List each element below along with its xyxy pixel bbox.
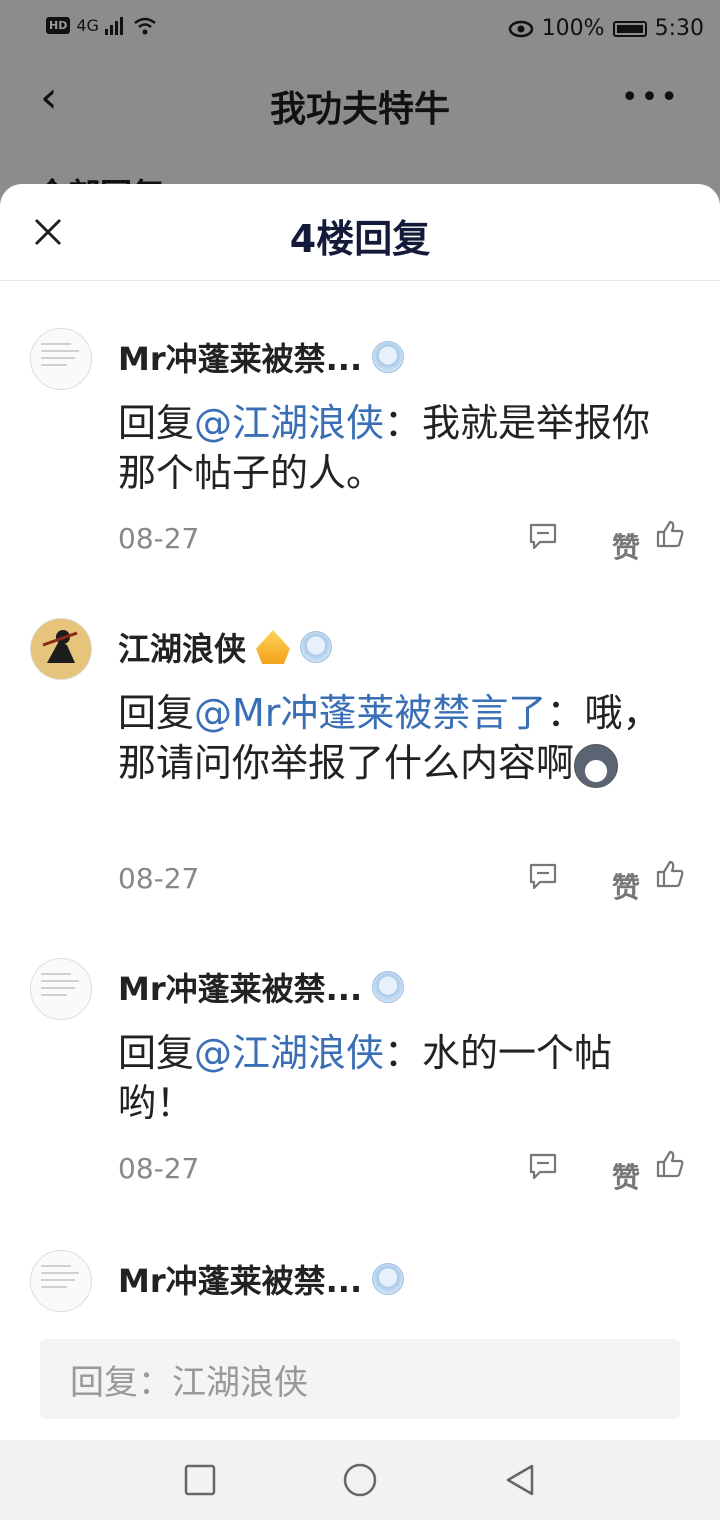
reply-prefix: 回复 [118, 401, 195, 445]
reply-input-bar: 回复：江湖浪侠 [0, 1334, 720, 1440]
avatar[interactable] [30, 618, 92, 680]
network-label: 4G [76, 16, 99, 35]
reply-text: 回复@Mr冲蓬莱被禁言了：哦，那请问你举报了什么内容啊 [118, 688, 678, 788]
mention-link[interactable]: @Mr冲蓬莱被禁言了 [194, 691, 546, 735]
comment-icon[interactable] [528, 522, 558, 550]
ice-level-badge-icon [372, 1263, 405, 1295]
ice-level-badge-icon [372, 971, 405, 1003]
background-page-title: 我功夫特牛 [269, 89, 450, 130]
ice-level-badge-icon [300, 631, 333, 663]
reply-sheet: 4楼回复 Mr冲蓬莱被禁... 回复@江湖浪侠：我就是举报你那个帖子的人。 08… [0, 184, 720, 1440]
thumbs-up-icon[interactable] [654, 858, 686, 890]
sheet-header: 4楼回复 [0, 184, 720, 281]
reply-prefix: 回复 [118, 691, 195, 735]
system-nav-bar [0, 1440, 720, 1520]
comment-icon[interactable] [528, 862, 558, 890]
ice-level-badge-icon [372, 341, 405, 373]
comment-icon[interactable] [528, 1152, 558, 1180]
husky-emoji-icon [574, 743, 619, 788]
avatar[interactable] [30, 1250, 92, 1312]
clock: 5:30 [654, 16, 704, 41]
recent-apps-icon[interactable] [182, 1462, 218, 1498]
reply-meta: 08-27 赞 [118, 1150, 688, 1194]
battery-percent: 100% [541, 16, 605, 41]
reply-date: 08-27 [118, 1152, 200, 1185]
username[interactable]: Mr冲蓬莱被禁... [118, 964, 362, 1010]
like-label[interactable]: 赞 [612, 866, 640, 906]
reply-input[interactable]: 回复：江湖浪侠 [40, 1339, 680, 1419]
back-triangle-icon[interactable] [502, 1462, 538, 1498]
reply-text: 回复@江湖浪侠：水的一个帖哟！ [118, 1028, 678, 1128]
avatar[interactable] [30, 958, 92, 1020]
username[interactable]: Mr冲蓬莱被禁... [118, 1256, 362, 1302]
username[interactable]: Mr冲蓬莱被禁... [118, 334, 362, 380]
mention-link[interactable]: @江湖浪侠 [194, 401, 384, 445]
status-bar: HD 4G 100% 5:30 [0, 0, 720, 58]
avatar[interactable] [30, 328, 92, 390]
thumbs-up-icon[interactable] [654, 518, 686, 550]
sheet-title: 4楼回复 [289, 217, 431, 261]
background-nav-bar: ‹ 我功夫特牛 ••• [0, 58, 720, 148]
wifi-icon [134, 17, 156, 34]
reply-text: 回复@江湖浪侠：我就是举报你那个帖子的人。 [118, 398, 678, 498]
more-icon[interactable]: ••• [621, 80, 680, 115]
eye-icon [508, 20, 533, 37]
home-icon[interactable] [342, 1462, 378, 1498]
gold-level-badge-icon [256, 630, 291, 664]
thumbs-up-icon[interactable] [654, 1148, 686, 1180]
reply-meta: 08-27 赞 [118, 520, 688, 564]
like-label[interactable]: 赞 [612, 526, 640, 566]
reply-date: 08-27 [118, 862, 200, 895]
hd-badge: HD [46, 17, 71, 34]
mention-link[interactable]: @江湖浪侠 [194, 1031, 384, 1075]
signal-icon [104, 16, 123, 35]
battery-icon [612, 20, 647, 37]
reply-meta: 08-27 赞 [118, 860, 688, 904]
username[interactable]: 江湖浪侠 [118, 624, 246, 670]
reply-prefix: 回复 [118, 1031, 195, 1075]
reply-date: 08-27 [118, 522, 200, 555]
like-label[interactable]: 赞 [612, 1156, 640, 1196]
